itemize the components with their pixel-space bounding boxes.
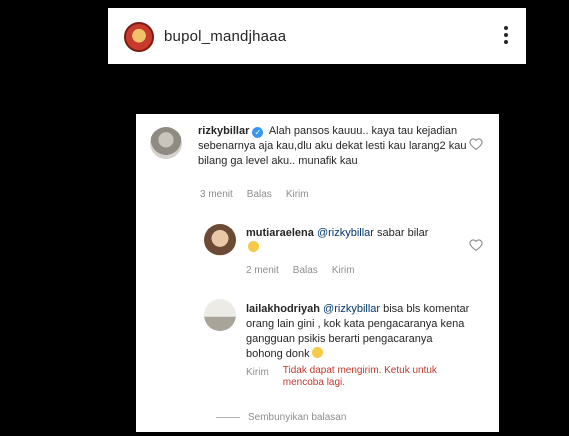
comment-meta: Kirim Tidak dapat mengirim. Ketuk untuk …	[246, 365, 443, 389]
heart-icon[interactable]	[469, 137, 483, 151]
comment-username[interactable]: rizkybillar	[198, 125, 249, 137]
divider	[216, 417, 240, 418]
avatar[interactable]	[204, 224, 236, 256]
hide-replies-label: Sembunyikan balasan	[248, 412, 347, 423]
mention-link[interactable]: @rizkybillar	[323, 303, 380, 315]
avatar[interactable]	[150, 127, 182, 159]
send-button[interactable]: Kirim	[246, 365, 269, 389]
mention-link[interactable]: @rizkybillar	[317, 227, 374, 239]
comment-meta: 2 menit Balas Kirim	[246, 263, 355, 278]
comment-time: 2 menit	[246, 265, 279, 276]
reply: mutiaraelena @rizkybillar sabar bilar	[246, 226, 466, 256]
comment-username[interactable]: lailakhodriyah	[246, 303, 320, 315]
comment-username[interactable]: mutiaraelena	[246, 227, 314, 239]
send-error-message[interactable]: Tidak dapat mengirim. Ketuk untuk mencob…	[283, 365, 443, 389]
comments-card: rizkybillar ✓ Alah pansos kauuu.. kaya ta…	[136, 114, 499, 432]
reply-button[interactable]: Balas	[293, 263, 318, 278]
send-button[interactable]: Kirim	[286, 187, 309, 202]
reply-button[interactable]: Balas	[247, 187, 272, 202]
header-username[interactable]: bupol_mandjhaaa	[164, 28, 286, 45]
comment-time: 3 menit	[200, 189, 233, 200]
more-options-icon[interactable]	[502, 26, 510, 48]
comment-meta: 3 menit Balas Kirim	[200, 187, 309, 202]
comment: rizkybillar ✓ Alah pansos kauuu.. kaya ta…	[198, 124, 468, 169]
hide-replies-button[interactable]: Sembunyikan balasan	[216, 410, 346, 425]
crying-emoji-icon	[248, 241, 259, 252]
post-header: bupol_mandjhaaa	[108, 8, 526, 64]
reply: lailakhodriyah @rizkybillar bisa bls kom…	[246, 302, 471, 362]
heart-icon[interactable]	[469, 238, 483, 252]
avatar[interactable]	[124, 22, 154, 52]
avatar[interactable]	[204, 299, 236, 331]
laughing-emoji-icon	[311, 347, 323, 358]
comment-text: sabar bilar	[377, 227, 429, 239]
verified-icon: ✓	[252, 127, 264, 138]
send-button[interactable]: Kirim	[332, 263, 355, 278]
